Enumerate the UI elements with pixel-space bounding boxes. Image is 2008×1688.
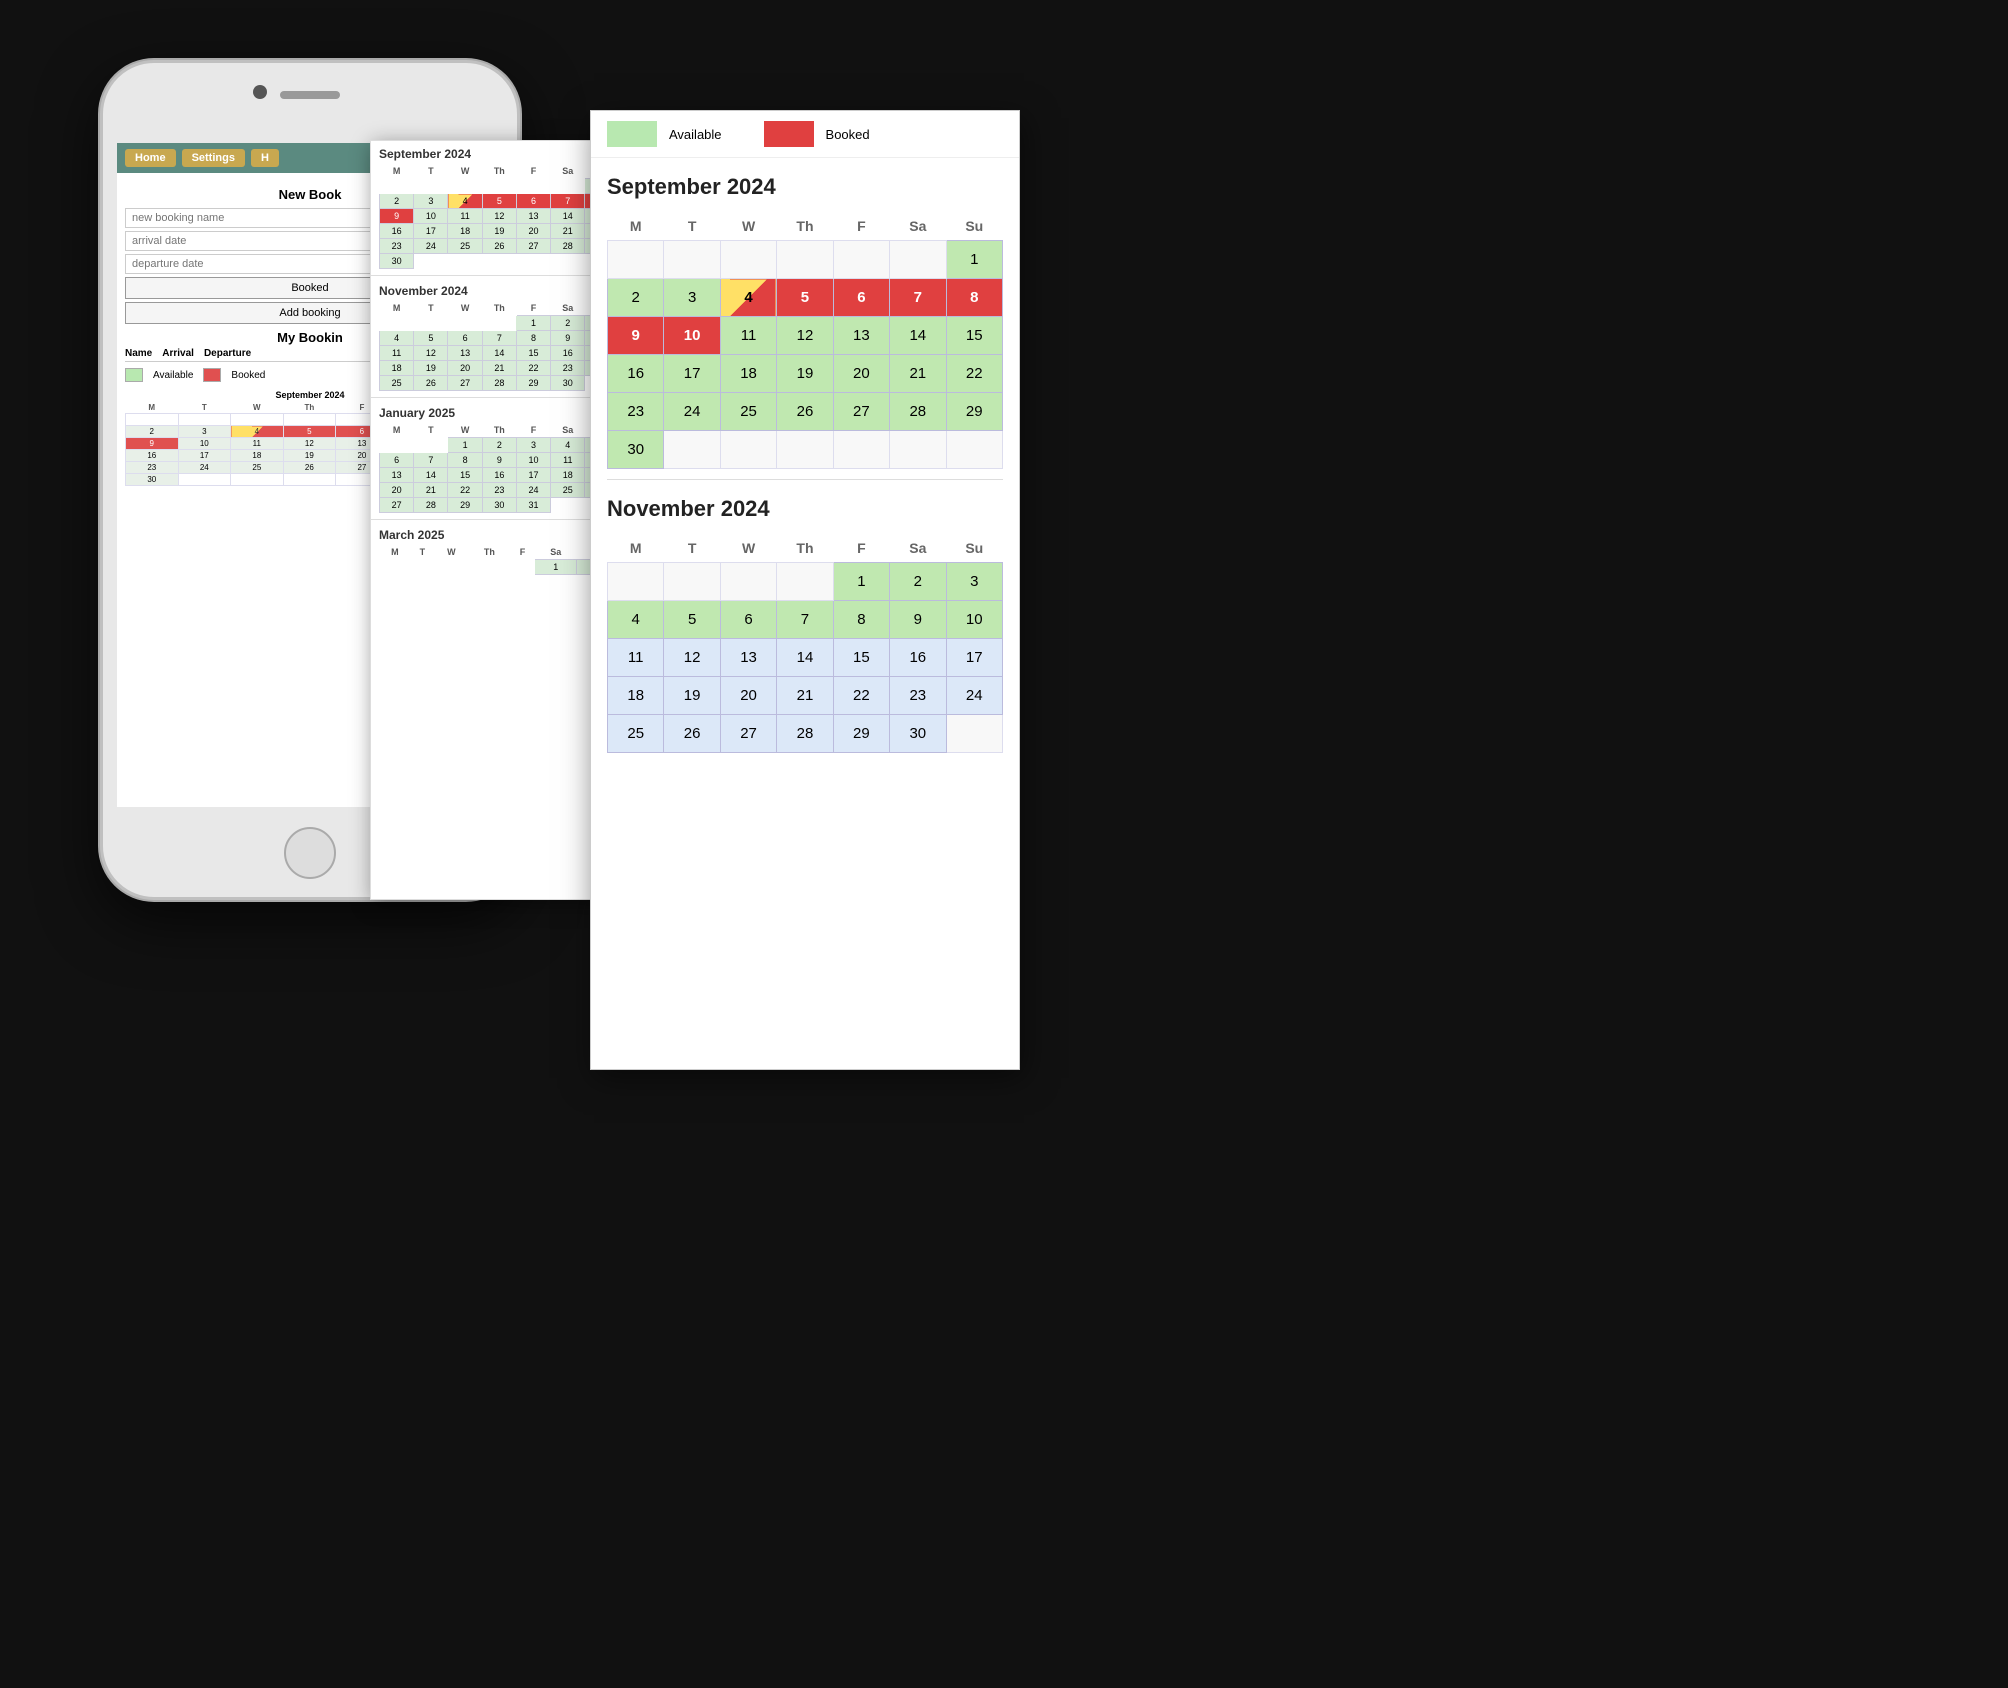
available-label: Available [153,370,193,381]
booked-legend-box [203,368,221,382]
large-cal-nov: MTWThFSaSu 123 45678910 11121314151617 1… [607,534,1003,753]
large-available-label: Available [669,127,722,142]
large-cal-sep: MTWThFSaSu 1 2345678 9101112131415 16171… [607,212,1003,469]
large-sep-title: September 2024 [607,174,1003,200]
strip-cal-jan: MTWThFSaSu 12345 6789101112 131415161718… [379,423,621,513]
col-departure: Departure [204,348,251,359]
large-calendar-panel: Available Booked September 2024 MTWThFSa… [590,110,1020,1070]
phone-speaker [280,91,340,99]
large-booked-label: Booked [826,127,870,142]
strip-jan-title: January 2025 [379,406,621,420]
nav-home[interactable]: Home [125,149,176,167]
large-booked-box [764,121,814,147]
large-legend: Available Booked [591,111,1019,158]
large-nov2024: November 2024 MTWThFSaSu 123 45678910 11… [591,480,1019,763]
large-sep2024: September 2024 MTWThFSaSu 1 2345678 9101… [591,158,1019,479]
nav-other[interactable]: H [251,149,279,167]
col-arrival: Arrival [162,348,194,359]
strip-nov-title: November 2024 [379,284,621,298]
nav-settings[interactable]: Settings [182,149,245,167]
large-nov-title: November 2024 [607,496,1003,522]
booked-label: Booked [231,370,265,381]
strip-mar-title: March 2025 [379,528,621,542]
large-available-box [607,121,657,147]
strip-sep-title: September 2024 [379,147,621,161]
col-name: Name [125,348,152,359]
available-legend-box [125,368,143,382]
strip-cal-mar: MTWThFSaSu 12 [379,545,621,580]
phone-home-button[interactable] [284,827,336,879]
phone-camera [253,85,267,99]
strip-cal-nov: MTWThFSaSu 123 45678910 11121314151617 1… [379,301,621,391]
strip-cal-sep: MTWThFSaSu 1 2345678 9101112131415 16171… [379,164,621,269]
